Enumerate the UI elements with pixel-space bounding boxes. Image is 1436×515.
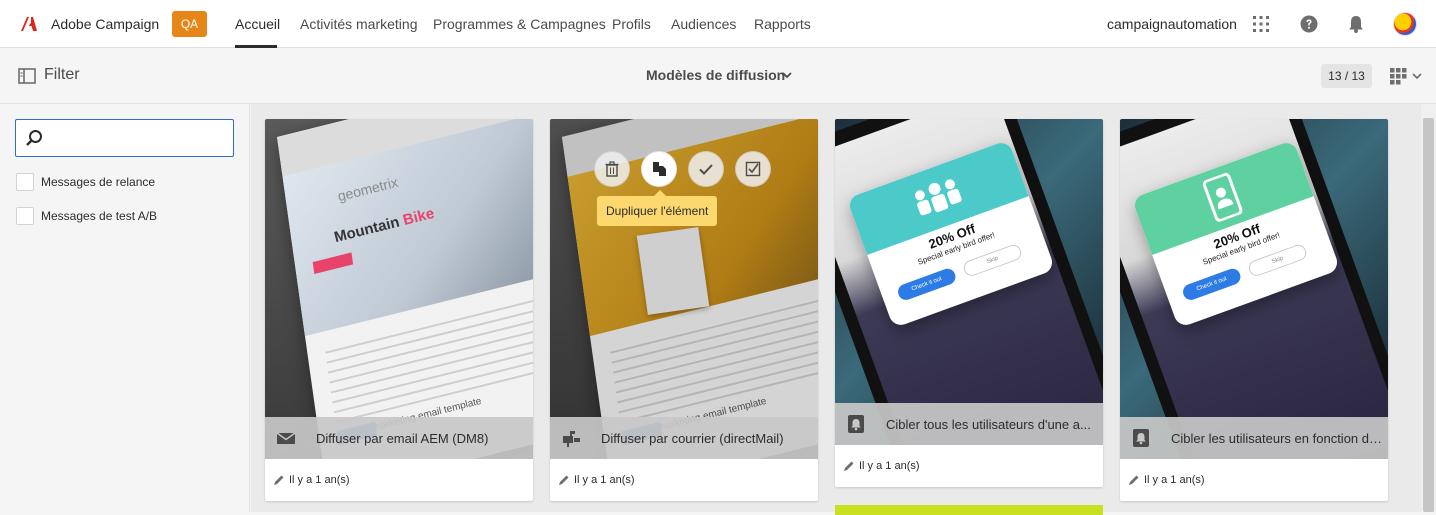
grid-view-icon[interactable] bbox=[1389, 67, 1423, 85]
card-modified: Il y a 1 an(s) bbox=[574, 474, 635, 486]
notifications-bell-icon[interactable] bbox=[1346, 14, 1366, 34]
template-card[interactable]: minimal and responsive marketing email t… bbox=[550, 119, 818, 501]
checkbox-label: Messages de test A/B bbox=[41, 209, 158, 223]
card-thumbnail: minimal and responsive marketing email t… bbox=[550, 119, 818, 459]
duplicate-button[interactable] bbox=[641, 151, 677, 187]
filter-ab-test[interactable]: Messages de test A/B bbox=[16, 206, 157, 226]
card-title: Cibler tous les utilisateurs d'une a... bbox=[886, 416, 1091, 432]
email-template-preview: geometrix Mountain Bike minimal and resp… bbox=[265, 119, 533, 459]
template-card[interactable]: 20% Off Special early bird offer! Check … bbox=[835, 119, 1103, 487]
duplicate-icon bbox=[653, 162, 666, 176]
filter-panel-toggle-icon[interactable] bbox=[18, 68, 36, 84]
pencil-icon bbox=[1129, 475, 1139, 485]
nav-item-programmes-campagnes[interactable]: Programmes & Campagnes bbox=[433, 16, 606, 32]
nav-item-profils[interactable]: Profils bbox=[612, 16, 651, 32]
results-count: 13 / 13 bbox=[1321, 64, 1372, 88]
nav-item-activites-marketing[interactable]: Activités marketing bbox=[300, 16, 417, 32]
approve-button[interactable] bbox=[688, 151, 724, 187]
card-thumbnail: geometrix Mountain Bike minimal and resp… bbox=[265, 119, 533, 459]
nav-item-rapports[interactable]: Rapports bbox=[754, 16, 811, 32]
card-caption: Diffuser par email AEM (DM8) bbox=[265, 417, 533, 459]
view-selector[interactable]: Modèles de diffusion bbox=[646, 67, 785, 83]
card-modified: Il y a 1 an(s) bbox=[859, 460, 920, 472]
pencil-icon bbox=[844, 461, 854, 471]
template-card[interactable]: 20% Off Special early bird offer! Check … bbox=[1120, 119, 1388, 501]
template-card[interactable]: geometrix Mountain Bike minimal and resp… bbox=[265, 119, 533, 501]
card-thumbnail: 20% Off Special early bird offer! Check … bbox=[835, 119, 1103, 445]
push-notification-icon bbox=[1133, 429, 1149, 447]
pencil-icon bbox=[274, 475, 284, 485]
card-caption: Diffuser par courrier (directMail) bbox=[550, 417, 818, 459]
card-footer: Il y a 1 an(s) bbox=[265, 459, 533, 501]
filter-relance[interactable]: Messages de relance bbox=[16, 172, 155, 192]
scrollbar-thumb[interactable] bbox=[1423, 118, 1434, 512]
card-caption: Cibler les utilisateurs en fonction de l… bbox=[1120, 417, 1388, 459]
approve-icon bbox=[699, 164, 713, 175]
adobe-logo-icon[interactable] bbox=[20, 15, 38, 33]
push-notification-preview: 20% Off Special early bird offer! Check … bbox=[835, 119, 1103, 445]
card-title: Cibler les utilisateurs en fonction de l… bbox=[1171, 430, 1383, 446]
nav-item-audiences[interactable]: Audiences bbox=[671, 16, 736, 32]
scrollbar[interactable] bbox=[1421, 104, 1436, 512]
select-icon bbox=[745, 161, 761, 177]
card-hover-actions bbox=[594, 151, 774, 187]
push-notification-icon bbox=[848, 415, 864, 433]
search-input[interactable] bbox=[15, 119, 234, 157]
card-thumbnail: 20% Off Special early bird offer! Check … bbox=[1120, 119, 1388, 459]
search-icon bbox=[26, 130, 42, 146]
help-icon[interactable] bbox=[1299, 14, 1319, 34]
filter-sidebar: Messages de relance Messages de test A/B bbox=[0, 104, 250, 512]
pencil-icon bbox=[559, 475, 569, 485]
mobile-user-icon bbox=[1202, 172, 1243, 222]
filter-bar: Filter Modèles de diffusion 13 / 13 bbox=[0, 49, 1436, 104]
user-avatar[interactable] bbox=[1393, 12, 1417, 36]
card-footer: Il y a 1 an(s) bbox=[550, 459, 818, 501]
top-bar: Adobe Campaign QA Accueil Activités mark… bbox=[0, 0, 1436, 48]
checkbox[interactable] bbox=[16, 207, 34, 225]
app-brand[interactable]: Adobe Campaign bbox=[51, 16, 159, 32]
duplicate-tooltip: Dupliquer l'élément bbox=[597, 196, 718, 226]
card-caption: Cibler tous les utilisateurs d'une a... bbox=[835, 403, 1103, 445]
checkbox-label: Messages de relance bbox=[41, 175, 156, 189]
group-icon bbox=[914, 179, 962, 216]
checkbox[interactable] bbox=[16, 173, 34, 191]
push-notification-preview: 20% Off Special early bird offer! Check … bbox=[1120, 119, 1388, 459]
card-modified: Il y a 1 an(s) bbox=[289, 474, 350, 486]
card-title: Diffuser par email AEM (DM8) bbox=[316, 430, 489, 446]
card-footer: Il y a 1 an(s) bbox=[835, 445, 1103, 487]
apps-grid-icon[interactable] bbox=[1251, 14, 1271, 34]
chevron-down-icon[interactable] bbox=[781, 69, 793, 81]
delete-button[interactable] bbox=[594, 151, 630, 187]
nav-item-accueil[interactable]: Accueil bbox=[235, 16, 280, 32]
template-card-partial[interactable] bbox=[835, 505, 1103, 515]
environment-badge: QA bbox=[172, 11, 207, 37]
active-nav-indicator bbox=[235, 45, 277, 48]
mail-icon bbox=[276, 432, 296, 444]
filter-label[interactable]: Filter bbox=[44, 66, 80, 84]
user-name[interactable]: campaignautomation bbox=[1107, 16, 1237, 32]
card-title: Diffuser par courrier (directMail) bbox=[601, 430, 784, 446]
card-footer: Il y a 1 an(s) bbox=[1120, 459, 1388, 501]
select-button[interactable] bbox=[735, 151, 771, 187]
direct-mail-icon bbox=[563, 431, 580, 447]
delete-icon bbox=[605, 161, 619, 177]
card-modified: Il y a 1 an(s) bbox=[1144, 474, 1205, 486]
